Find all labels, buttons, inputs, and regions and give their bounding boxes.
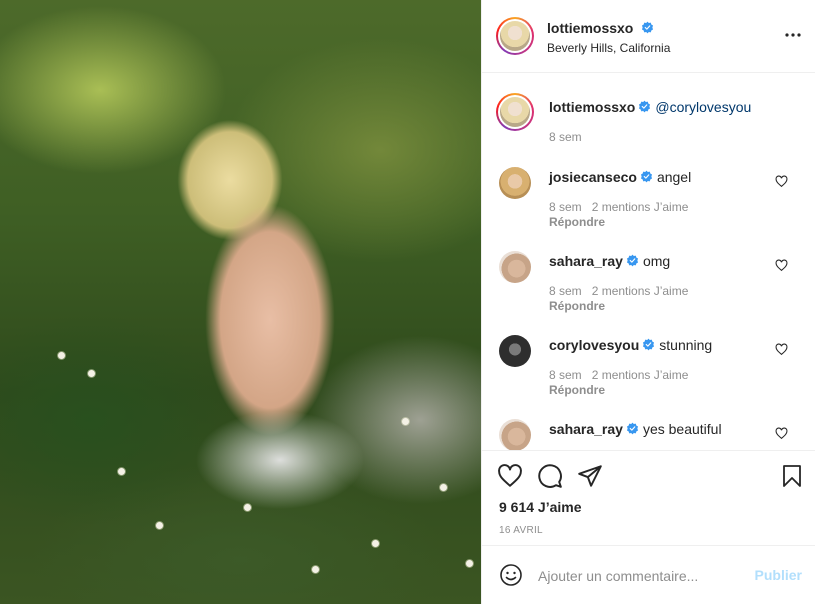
post-location[interactable]: Beverly Hills, California [547,41,670,55]
heart-icon[interactable] [497,463,523,489]
photo-detail [244,504,251,511]
comment-heart-icon[interactable] [775,175,788,188]
caption-text: lottiemossxo @corylovesyou [549,98,751,116]
post-actions: 9 614 J’aime 16 AVRIL [482,450,815,546]
verified-badge-icon [641,21,653,34]
verified-badge-icon [639,100,651,113]
reply-button[interactable]: Répondre [549,299,605,313]
post-side-panel: lottiemossxo Beverly Hills, California l… [481,0,815,604]
caption-author-avatar[interactable] [496,93,534,131]
reply-button[interactable]: Répondre [549,383,605,397]
comment-text: sahara_ray yes beautiful [549,420,722,438]
commenter-username[interactable]: sahara_ray [549,253,623,269]
verified-badge-icon [626,254,638,267]
commenter-avatar[interactable] [499,251,531,283]
comment-body: omg [642,253,671,269]
photo-detail [312,566,319,573]
comment-heart-icon[interactable] [775,343,788,356]
comment-timestamp[interactable]: 8 sem [549,200,582,214]
comment-text: josiecanseco angel [549,168,691,186]
photo-detail [118,468,125,475]
likes-count[interactable]: 9 614 J’aime [499,499,582,515]
author-avatar[interactable] [496,17,534,55]
post-date[interactable]: 16 AVRIL [499,525,543,536]
bookmark-icon[interactable] [780,463,804,489]
comment-meta: 8 sem 2 mentions J’aime [549,284,688,298]
commenter-avatar[interactable] [499,335,531,367]
publish-button[interactable]: Publier [755,567,802,583]
photo-detail [402,418,409,425]
comment-text: sahara_ray omg [549,252,670,270]
comment-like-count[interactable]: 2 mentions J’aime [592,284,689,298]
comment-bubble-icon[interactable] [537,463,563,489]
comment-meta: 8 sem 2 mentions J’aime [549,200,688,214]
caption-username[interactable]: lottiemossxo [549,99,635,115]
comments-list[interactable]: lottiemossxo @corylovesyou 8 sem josiecan… [482,74,815,450]
commenter-avatar[interactable] [499,419,531,450]
comment-heart-icon[interactable] [775,427,788,440]
photo-detail [372,540,379,547]
comment-body: yes beautiful [642,421,722,437]
comment-like-count[interactable]: 2 mentions J’aime [592,368,689,382]
verified-badge-icon [640,170,652,183]
smiley-icon[interactable] [499,563,523,587]
commenter-username[interactable]: sahara_ray [549,421,623,437]
caption-meta: 8 sem [549,130,582,144]
comment-text: corylovesyou stunning [549,336,712,354]
comment-heart-icon[interactable] [775,259,788,272]
verified-badge-icon [643,338,655,351]
comment-timestamp[interactable]: 8 sem [549,368,582,382]
comment-meta: 8 sem 2 mentions J’aime [549,368,688,382]
photo-detail [88,370,95,377]
caption-mention-link[interactable]: @corylovesyou [655,99,751,115]
more-options-icon[interactable] [784,30,802,40]
comment-timestamp[interactable]: 8 sem [549,284,582,298]
comment-like-count[interactable]: 2 mentions J’aime [592,200,689,214]
commenter-avatar[interactable] [499,167,531,199]
commenter-username[interactable]: corylovesyou [549,337,639,353]
post-header: lottiemossxo Beverly Hills, California [482,0,815,73]
caption-timestamp[interactable]: 8 sem [549,130,582,144]
photo-detail [58,352,65,359]
comment-input[interactable] [538,565,748,587]
paper-plane-icon[interactable] [577,463,603,489]
photo-detail [440,484,447,491]
comment-body: stunning [659,337,713,353]
reply-button[interactable]: Répondre [549,215,605,229]
post-photo[interactable] [0,0,481,604]
commenter-username[interactable]: josiecanseco [549,169,637,185]
add-comment-bar: Publier [482,547,815,604]
photo-detail [156,522,163,529]
comment-body: angel [656,169,692,185]
author-username[interactable]: lottiemossxo [547,20,633,36]
photo-detail [466,560,473,567]
verified-badge-icon [626,422,638,435]
